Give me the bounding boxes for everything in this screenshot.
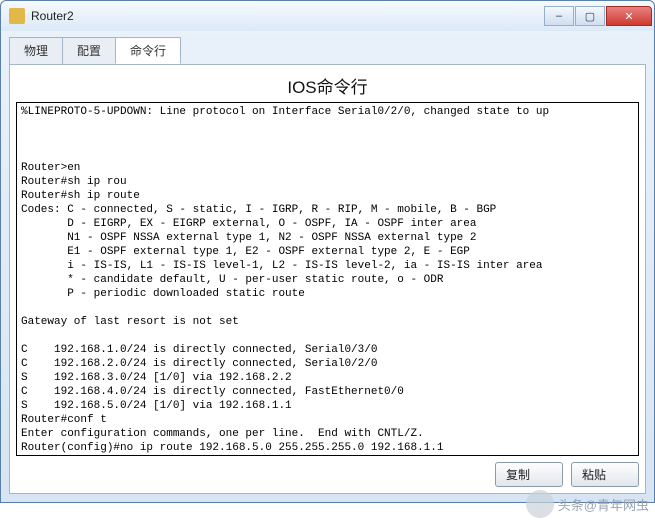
app-icon: [9, 8, 25, 24]
app-window: Router2 – ▢ ✕ 物理 配置 命令行 IOS命令行 %LINEPROT…: [0, 0, 655, 503]
minimize-button[interactable]: –: [544, 6, 574, 26]
copy-button[interactable]: 复制: [495, 462, 563, 487]
tabs: 物理 配置 命令行: [1, 31, 654, 64]
tab-config[interactable]: 配置: [62, 37, 116, 64]
paste-button[interactable]: 粘贴: [571, 462, 639, 487]
button-row: 复制 粘贴: [16, 456, 639, 487]
tab-physical[interactable]: 物理: [9, 37, 63, 64]
panel-heading: IOS命令行: [16, 67, 639, 102]
titlebar[interactable]: Router2 – ▢ ✕: [1, 1, 654, 31]
cli-panel: IOS命令行 %LINEPROTO-5-UPDOWN: Line protoco…: [9, 64, 646, 494]
close-button[interactable]: ✕: [606, 6, 652, 26]
tab-cli[interactable]: 命令行: [115, 37, 181, 64]
window-title: Router2: [31, 9, 544, 23]
window-buttons: – ▢ ✕: [544, 6, 652, 26]
terminal-text: %LINEPROTO-5-UPDOWN: Line protocol on In…: [21, 106, 549, 456]
terminal[interactable]: %LINEPROTO-5-UPDOWN: Line protocol on In…: [16, 102, 639, 456]
maximize-button[interactable]: ▢: [575, 6, 605, 26]
